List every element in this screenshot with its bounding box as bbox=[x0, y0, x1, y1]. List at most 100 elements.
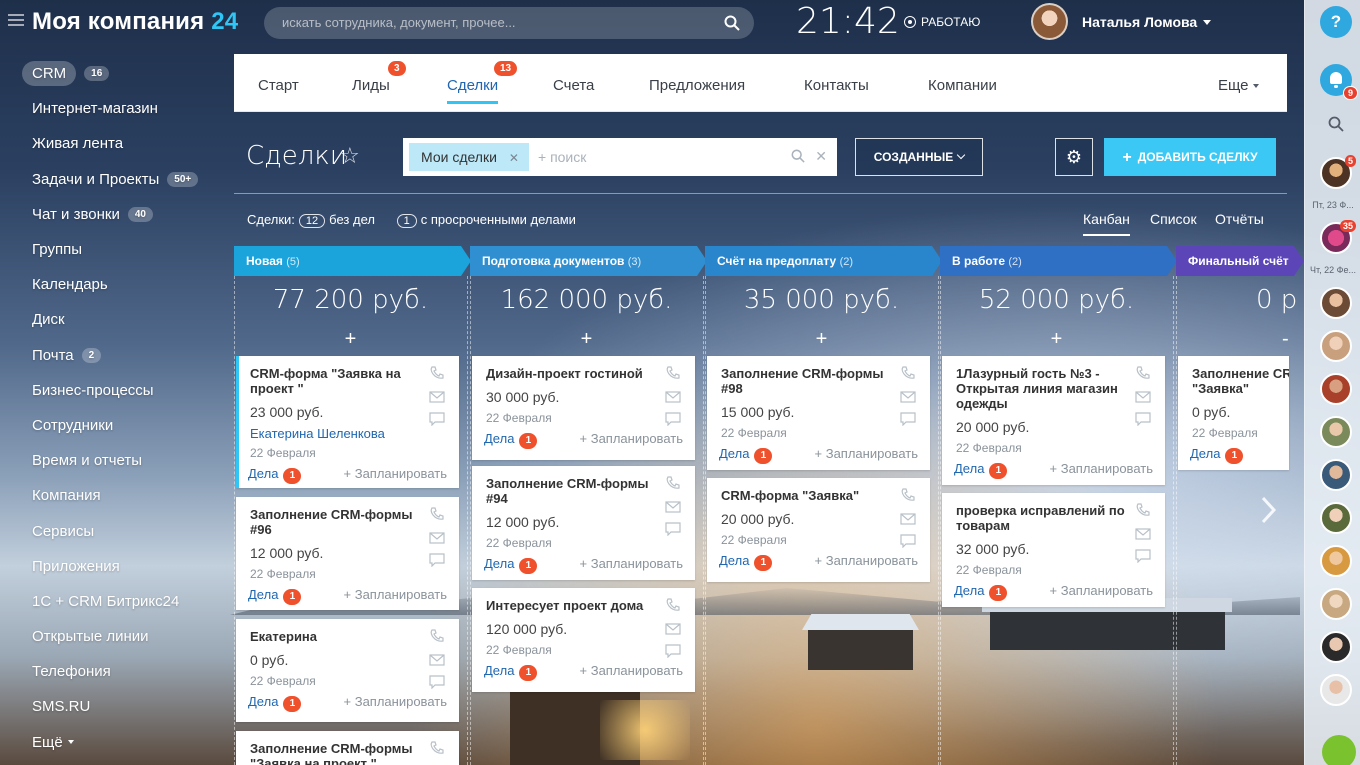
sidebar-item[interactable]: Бизнес-процессы bbox=[0, 373, 232, 408]
chat-icon[interactable] bbox=[900, 412, 916, 427]
sidebar-item[interactable]: Сотрудники bbox=[0, 408, 232, 443]
sidebar-item[interactable]: Задачи и Проекты 50+ bbox=[0, 162, 232, 197]
schedule-task-link[interactable]: + Запланировать bbox=[815, 446, 918, 461]
phone-icon[interactable] bbox=[1135, 366, 1151, 380]
sidebar-item[interactable]: Чат и звонки 40 bbox=[0, 197, 232, 232]
sidebar-item[interactable]: Приложения bbox=[0, 549, 232, 584]
chat-icon[interactable] bbox=[429, 675, 445, 690]
deal-title[interactable]: 1Лазурный гость №3 - Открытая линия мага… bbox=[956, 366, 1126, 411]
search-icon[interactable] bbox=[1328, 116, 1344, 132]
sidebar-item[interactable]: Компания bbox=[0, 478, 232, 513]
phone-icon[interactable] bbox=[1135, 503, 1151, 517]
gear-icon[interactable]: ⚙ bbox=[1055, 138, 1093, 176]
deal-card[interactable]: Заполнение CRM-формы "Заявка на проект " bbox=[236, 731, 459, 765]
deal-title[interactable]: проверка исправлений по товарам bbox=[956, 503, 1126, 533]
chat-icon[interactable] bbox=[665, 412, 681, 427]
close-icon[interactable]: ✕ bbox=[509, 151, 519, 165]
deal-card[interactable]: Интересует проект дома 120 000 руб. 22 Фев… bbox=[472, 588, 695, 692]
view-reports[interactable]: Отчёты bbox=[1215, 211, 1264, 227]
view-kanban[interactable]: Канбан bbox=[1083, 211, 1130, 236]
menu-toggle-icon[interactable] bbox=[8, 14, 24, 26]
sidebar-item[interactable]: Ещё bbox=[0, 725, 232, 760]
mail-icon[interactable] bbox=[1135, 527, 1151, 541]
phone-icon[interactable] bbox=[900, 488, 916, 502]
deal-title[interactable]: Заполнение CRM-формы #98 bbox=[721, 366, 891, 396]
deal-card[interactable]: Дизайн-проект гостиной 30 000 руб. 22 Февр… bbox=[472, 356, 695, 460]
chat-icon[interactable] bbox=[429, 412, 445, 427]
schedule-task-link[interactable]: + Запланировать bbox=[580, 556, 683, 571]
filter-search-input[interactable]: Мои сделки ✕ + поиск ✕ bbox=[403, 138, 837, 176]
deal-tasks-link[interactable]: Дела 1 bbox=[954, 583, 1008, 601]
tab-companies[interactable]: Компании bbox=[928, 77, 997, 94]
deal-tasks-link[interactable]: Дела 1 bbox=[1190, 446, 1244, 464]
phone-icon[interactable] bbox=[665, 598, 681, 612]
stage-header[interactable]: Подготовка документов (3) bbox=[470, 246, 707, 276]
sidebar-item[interactable]: Группы bbox=[0, 232, 232, 267]
contact-avatar[interactable] bbox=[1320, 502, 1352, 534]
schedule-task-link[interactable]: + Запланировать bbox=[344, 587, 447, 602]
search-icon[interactable] bbox=[724, 15, 740, 31]
tab-contacts[interactable]: Контакты bbox=[804, 77, 869, 94]
stage-header[interactable]: Счёт на предоплату (2) bbox=[705, 246, 942, 276]
tab-more[interactable]: Еще bbox=[1218, 77, 1259, 94]
schedule-task-link[interactable]: + Запланировать bbox=[344, 466, 447, 481]
deal-title[interactable]: Заполнение CRM-формы #94 bbox=[486, 476, 656, 506]
deal-tasks-link[interactable]: Дела 1 bbox=[484, 431, 538, 449]
schedule-task-link[interactable]: + Запланировать bbox=[344, 694, 447, 709]
mail-icon[interactable] bbox=[429, 390, 445, 404]
mail-icon[interactable] bbox=[429, 653, 445, 667]
add-deal-quick-button[interactable]: + bbox=[234, 328, 467, 351]
mail-icon[interactable] bbox=[429, 531, 445, 545]
schedule-task-link[interactable]: + Запланировать bbox=[1050, 583, 1153, 598]
deal-card[interactable]: Екатерина 0 руб. 22 Февраля Дела 1 + Запланир… bbox=[236, 619, 459, 722]
contact-avatar[interactable] bbox=[1320, 459, 1352, 491]
phone-icon[interactable] bbox=[900, 366, 916, 380]
work-status-button[interactable]: РАБОТАЮ bbox=[904, 15, 980, 29]
stage-header[interactable]: Новая (5) bbox=[234, 246, 471, 276]
deal-title[interactable]: CRM-форма "Заявка на проект " bbox=[250, 366, 420, 396]
mail-icon[interactable] bbox=[665, 500, 681, 514]
help-icon[interactable]: ? bbox=[1320, 6, 1352, 38]
deal-title[interactable]: Екатерина bbox=[250, 629, 420, 644]
deal-card[interactable]: Заполнение CR "Заявка" 0 руб. 22 Февраля Де… bbox=[1178, 356, 1289, 470]
created-filter-button[interactable]: СОЗДАННЫЕ bbox=[855, 138, 983, 176]
phone-icon[interactable] bbox=[429, 507, 445, 521]
phone-icon[interactable] bbox=[1322, 735, 1356, 765]
sidebar-item[interactable]: Сервисы bbox=[0, 513, 232, 548]
sidebar-item[interactable]: Календарь bbox=[0, 267, 232, 302]
deal-tasks-link[interactable]: Дела 1 bbox=[248, 694, 302, 712]
schedule-task-link[interactable]: + Запланировать bbox=[815, 553, 918, 568]
overdue-counter[interactable]: 1 bbox=[396, 214, 417, 228]
deal-tasks-link[interactable]: Дела 1 bbox=[484, 556, 538, 574]
tab-quotes[interactable]: Предложения bbox=[649, 77, 745, 94]
contact-avatar[interactable] bbox=[1320, 674, 1352, 706]
contact-avatar[interactable] bbox=[1320, 287, 1352, 319]
deal-card[interactable]: Заполнение CRM-формы #94 12 000 руб. 22 Фе… bbox=[472, 466, 695, 580]
clear-icon[interactable]: ✕ bbox=[815, 148, 827, 164]
chat-icon[interactable] bbox=[1135, 412, 1151, 427]
deal-title[interactable]: Интересует проект дома bbox=[486, 598, 656, 613]
tab-leads[interactable]: Лиды 3 bbox=[352, 61, 406, 94]
deal-card[interactable]: CRM-форма "Заявка на проект " 23 000 руб.… bbox=[236, 356, 459, 488]
contact-avatar[interactable] bbox=[1320, 588, 1352, 620]
sidebar-item[interactable]: Открытые линии bbox=[0, 619, 232, 654]
sidebar-item[interactable]: Интернет-магазин bbox=[0, 91, 232, 126]
sidebar-item[interactable]: Почта 2 bbox=[0, 338, 232, 373]
stage-header[interactable]: Финальный счёт bbox=[1176, 246, 1304, 276]
schedule-task-link[interactable]: + Запланировать bbox=[1050, 461, 1153, 476]
contact-avatar[interactable] bbox=[1320, 545, 1352, 577]
mail-icon[interactable] bbox=[900, 390, 916, 404]
user-menu[interactable]: Наталья Ломова bbox=[1082, 14, 1212, 30]
sidebar-item[interactable]: Телефония bbox=[0, 654, 232, 689]
phone-icon[interactable] bbox=[665, 476, 681, 490]
deal-card[interactable]: 1Лазурный гость №3 - Открытая линия мага… bbox=[942, 356, 1165, 485]
schedule-task-link[interactable]: + Запланировать bbox=[580, 431, 683, 446]
deal-card[interactable]: Заполнение CRM-формы #98 15 000 руб. 22 Фе… bbox=[707, 356, 930, 470]
notifications-button[interactable]: 9 bbox=[1320, 64, 1358, 100]
chat-icon[interactable] bbox=[665, 522, 681, 537]
filter-chip[interactable]: Мои сделки ✕ bbox=[409, 143, 529, 171]
view-list[interactable]: Список bbox=[1150, 211, 1197, 227]
mail-icon[interactable] bbox=[665, 622, 681, 636]
deal-card[interactable]: Заполнение CRM-формы #96 12 000 руб. 22 Фе… bbox=[236, 497, 459, 610]
chat-icon[interactable] bbox=[900, 534, 916, 549]
